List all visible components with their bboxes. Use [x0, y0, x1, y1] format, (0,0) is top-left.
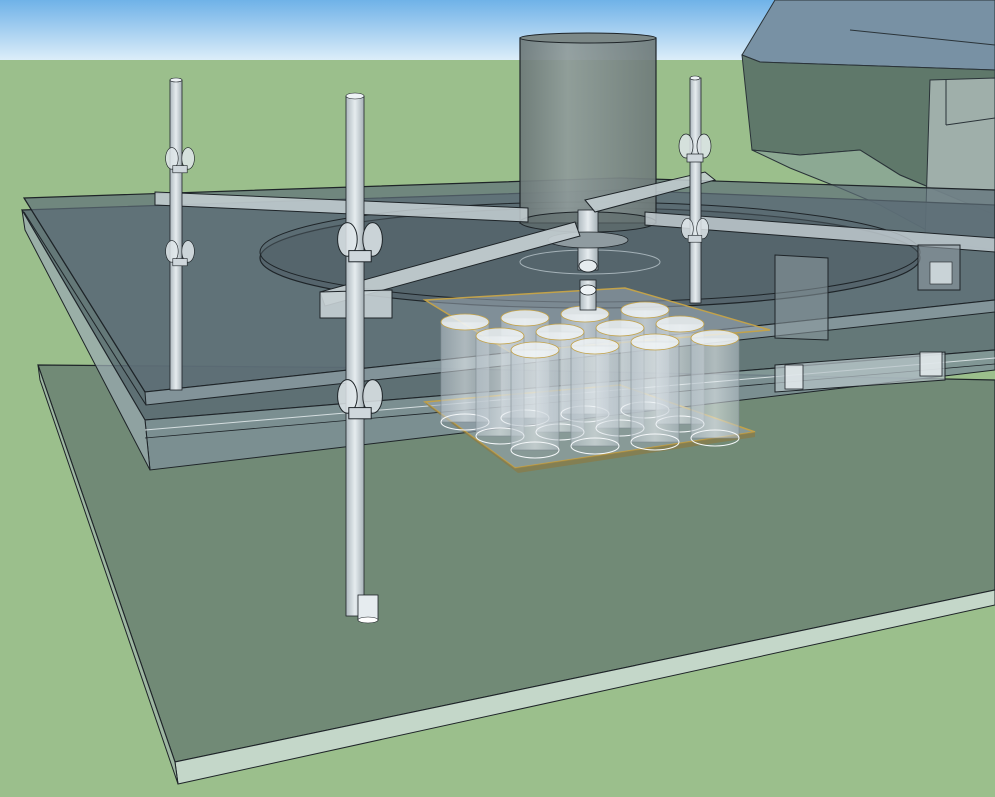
test-tube[interactable] — [570, 337, 620, 455]
test-tube[interactable] — [630, 333, 680, 451]
tube-grid — [440, 301, 740, 459]
model-scene — [0, 0, 995, 792]
sketchup-viewport[interactable] — [0, 0, 995, 792]
rod-right[interactable] — [689, 75, 702, 304]
rod-left[interactable] — [169, 77, 183, 391]
test-tube[interactable] — [690, 329, 740, 447]
test-tube[interactable] — [510, 341, 560, 459]
